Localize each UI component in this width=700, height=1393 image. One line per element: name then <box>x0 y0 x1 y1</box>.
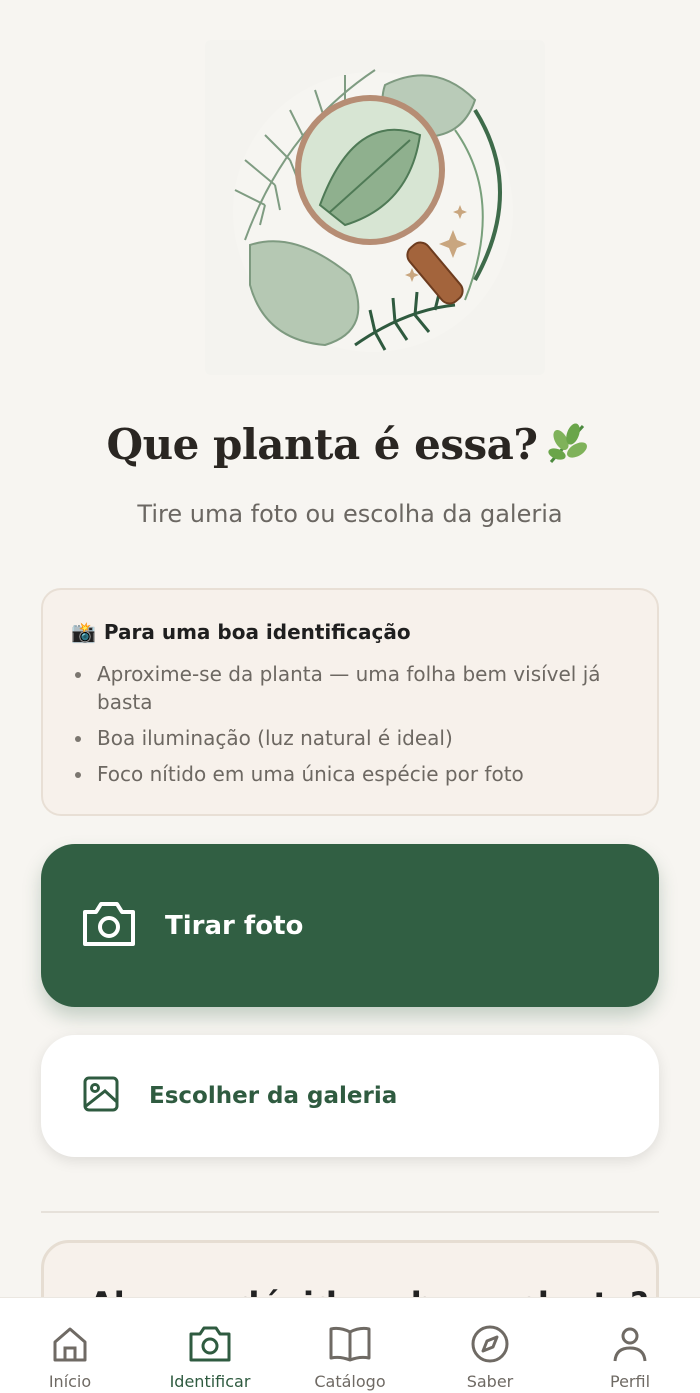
tip-item: Boa iluminação (luz natural é ideal) <box>71 724 629 752</box>
tips-list: Aproxime-se da planta — uma folha bem vi… <box>71 660 629 788</box>
camera-icon <box>188 1324 232 1368</box>
take-photo-button[interactable]: Tirar foto <box>41 844 659 1007</box>
bottom-nav: Início Identificar Catálogo Saber Perfil <box>0 1297 700 1393</box>
book-icon <box>328 1324 372 1368</box>
divider <box>41 1211 659 1213</box>
user-icon <box>610 1324 650 1368</box>
image-icon <box>83 1076 119 1116</box>
tips-title: 📸 Para uma boa identificação <box>71 620 629 644</box>
nav-label: Perfil <box>609 1372 651 1391</box>
tip-item: Foco nítido em uma única espécie por fot… <box>71 760 629 788</box>
page-subtitle: Tire uma foto ou escolha da galeria <box>137 500 563 528</box>
tips-card: 📸 Para uma boa identificação Aproxime-se… <box>41 588 659 816</box>
page-title-text: Que planta é essa? <box>106 420 538 469</box>
nav-label: Saber <box>466 1372 514 1391</box>
nav-item-saber[interactable]: Saber <box>430 1298 550 1393</box>
compass-icon <box>470 1324 510 1368</box>
choose-gallery-label: Escolher da galeria <box>149 1083 398 1109</box>
choose-gallery-button[interactable]: Escolher da galeria <box>41 1035 659 1157</box>
identify-screen: Que planta é essa? Tire uma foto ou esco… <box>0 0 700 1393</box>
tip-item: Aproxime-se da planta — uma folha bem vi… <box>71 660 629 716</box>
nav-item-inicio[interactable]: Início <box>10 1298 130 1393</box>
camera-icon <box>81 900 137 952</box>
herb-icon <box>543 418 593 478</box>
camera-flash-icon: 📸 <box>71 620 96 644</box>
tips-title-text: Para uma boa identificação <box>103 620 411 644</box>
take-photo-label: Tirar foto <box>165 910 304 941</box>
page-title: Que planta é essa? <box>0 418 700 478</box>
nav-label: Início <box>48 1372 92 1391</box>
nav-label: Catálogo <box>314 1372 386 1391</box>
home-icon <box>50 1324 90 1368</box>
nav-item-catalogo[interactable]: Catálogo <box>290 1298 410 1393</box>
nav-item-identificar[interactable]: Identificar <box>150 1298 270 1393</box>
nav-label: Identificar <box>169 1372 251 1391</box>
nav-item-perfil[interactable]: Perfil <box>570 1298 690 1393</box>
hero-illustration <box>205 40 545 375</box>
